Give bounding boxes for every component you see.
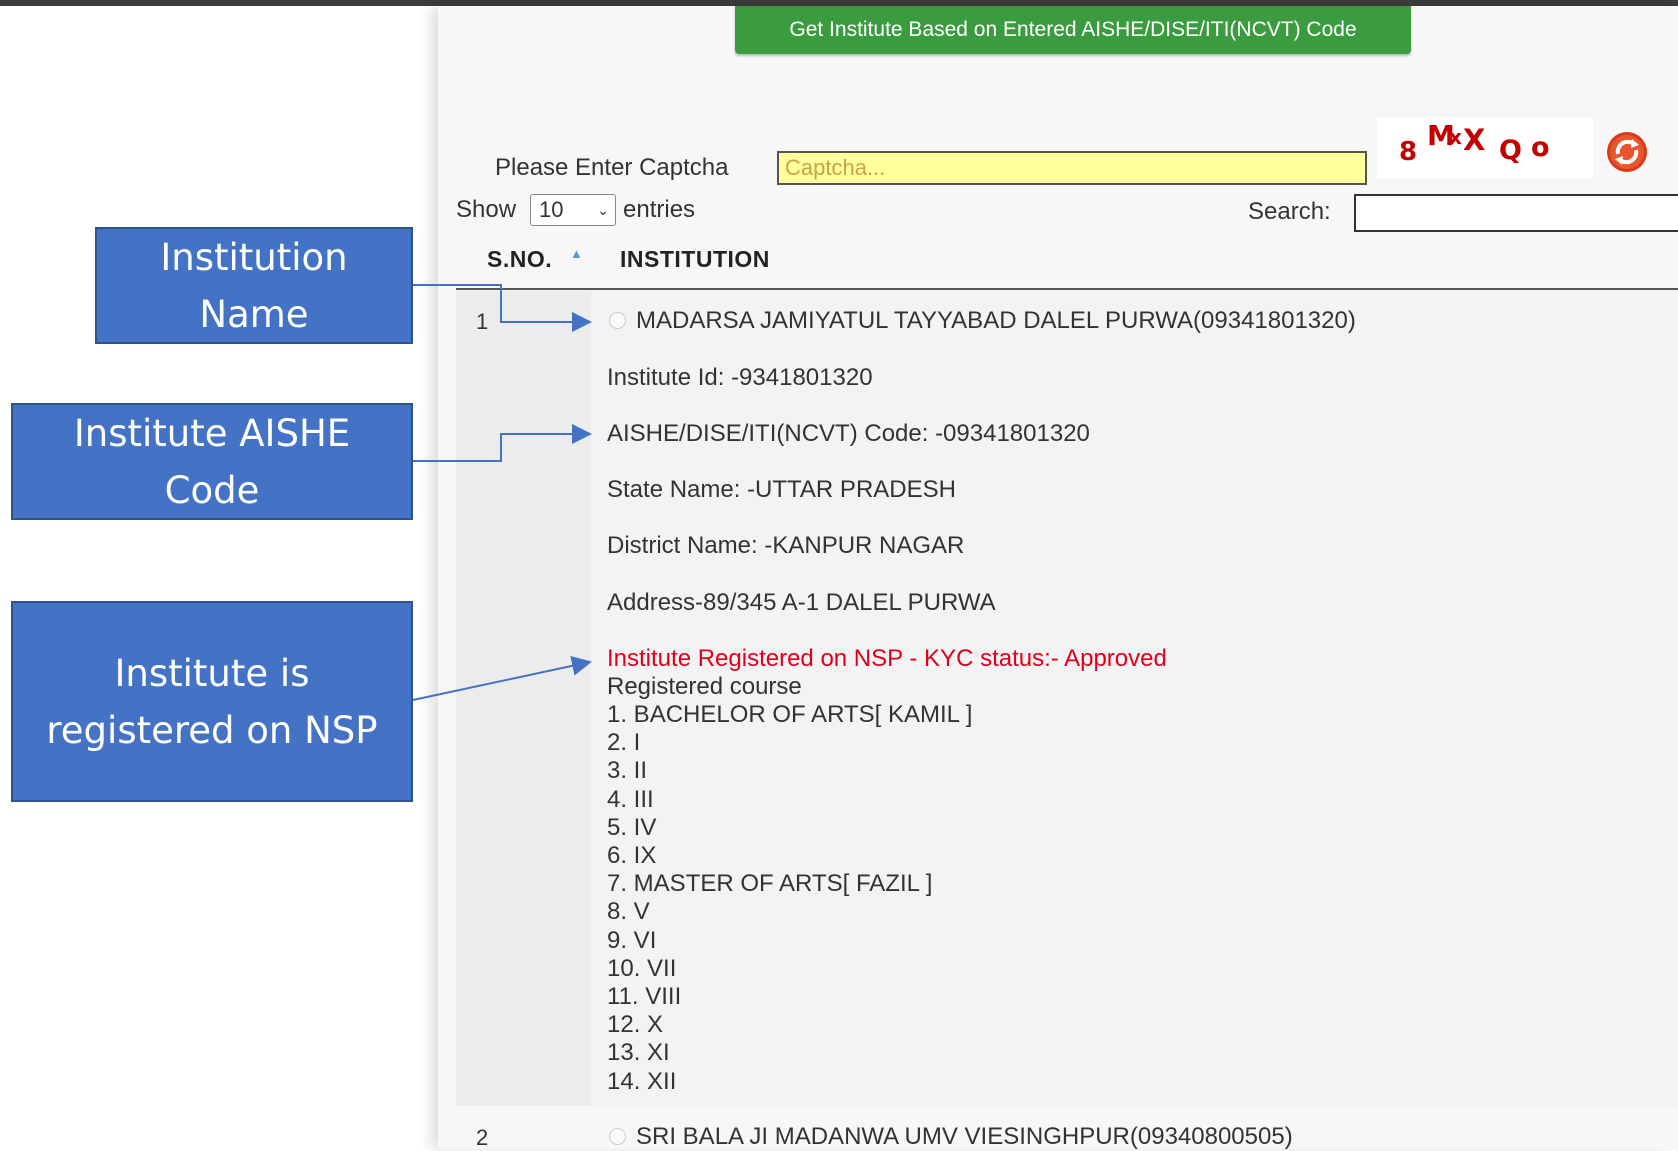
connector-line — [413, 424, 592, 462]
callout-connectors — [412, 284, 592, 701]
connector-line — [413, 284, 592, 332]
connector-line — [412, 656, 592, 701]
